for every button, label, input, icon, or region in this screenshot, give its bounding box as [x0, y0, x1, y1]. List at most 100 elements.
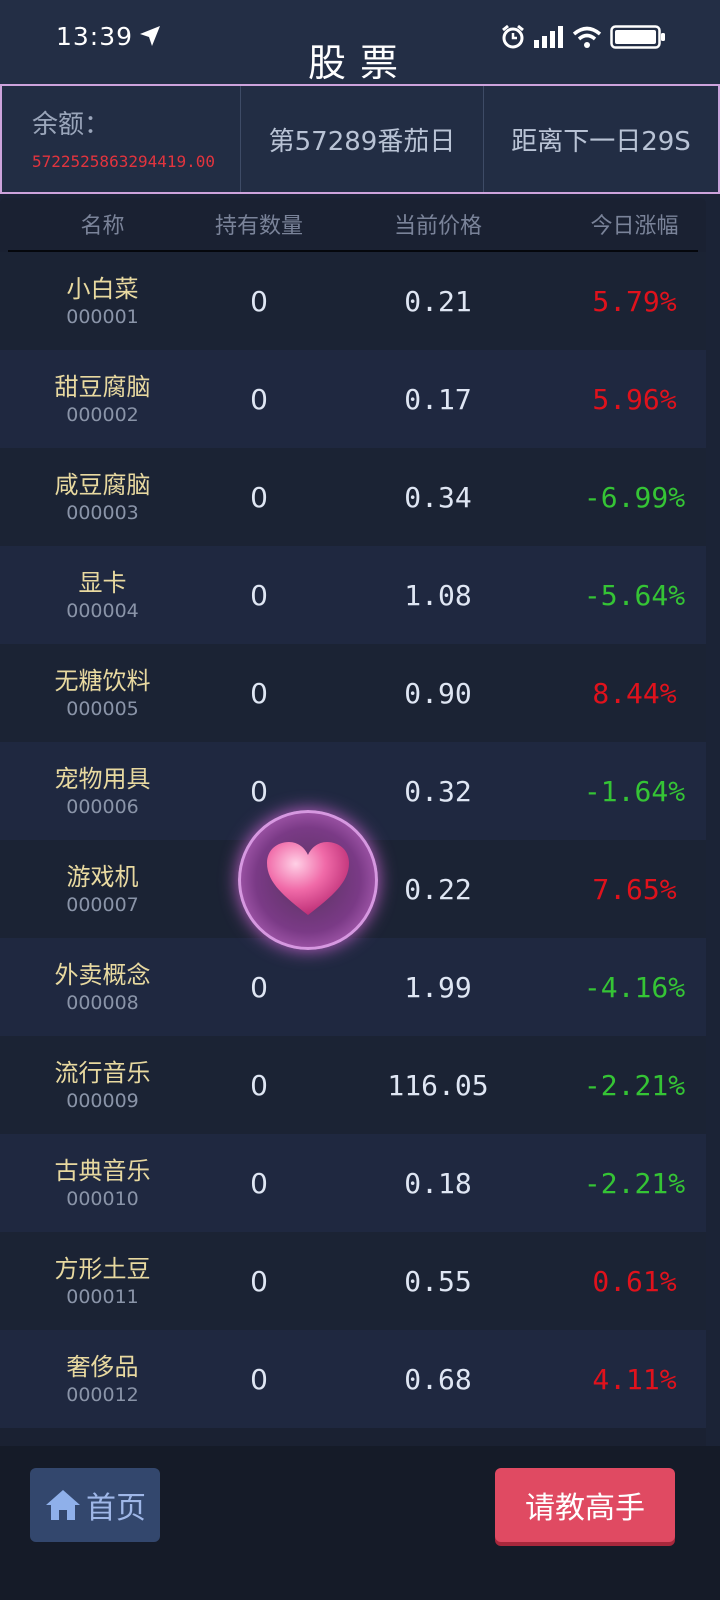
table-row[interactable]: 方形土豆 000011 0 0.55 0.61% — [0, 1232, 706, 1330]
stock-name-cell: 游戏机 000007 — [0, 861, 205, 917]
stock-change: -6.99% — [583, 480, 686, 514]
stock-change: -4.16% — [583, 970, 686, 1004]
stock-change: 0.61% — [592, 1264, 677, 1298]
stock-qty: 0 — [250, 284, 268, 318]
stock-name-cell: 显卡 000004 — [0, 567, 205, 623]
stock-name-cell: 外卖概念 000008 — [0, 959, 205, 1015]
status-bar: 13:39 股票 — [0, 0, 720, 85]
ask-expert-label: 请教高手 — [525, 1491, 645, 1526]
home-button[interactable]: 首页 — [30, 1468, 160, 1542]
stock-code: 000012 — [66, 1384, 139, 1406]
stock-name: 小白菜 — [66, 275, 139, 303]
stock-change: 7.65% — [592, 872, 677, 906]
stock-change: 5.79% — [592, 284, 677, 318]
battery-icon — [610, 25, 665, 49]
stock-qty: 0 — [250, 1068, 268, 1102]
header-name: 名称 — [80, 214, 125, 239]
stock-name: 咸豆腐脑 — [54, 471, 151, 499]
day-counter: 第57289番茄日 — [241, 86, 484, 192]
stock-code: 000005 — [66, 698, 139, 720]
stock-qty: 0 — [250, 774, 268, 808]
stock-price: 1.08 — [404, 578, 472, 612]
alarm-icon — [502, 24, 524, 49]
stock-qty: 0 — [250, 970, 268, 1004]
stock-price: 0.18 — [404, 1166, 472, 1200]
stock-code: 000007 — [66, 894, 139, 916]
stock-name: 古典音乐 — [54, 1157, 151, 1185]
stock-change: 5.96% — [592, 382, 677, 416]
signal-icon — [534, 26, 563, 48]
stock-code: 000008 — [66, 992, 139, 1014]
table-row[interactable]: 宠物用具 000006 0 0.32 -1.64% — [0, 742, 706, 840]
stock-code: 000009 — [66, 1090, 139, 1112]
stock-change: 8.44% — [592, 676, 677, 710]
stock-price: 0.68 — [404, 1362, 472, 1396]
table-row[interactable]: 显卡 000004 0 1.08 -5.64% — [0, 546, 706, 644]
stock-name-cell: 无糖饮料 000005 — [0, 665, 205, 721]
stock-price: 0.34 — [404, 480, 472, 514]
stock-change: -5.64% — [583, 578, 686, 612]
stock-code: 000003 — [66, 502, 139, 524]
stock-qty: 0 — [250, 1166, 268, 1200]
table-row[interactable]: 流行音乐 000009 0 116.05 -2.21% — [0, 1036, 706, 1134]
table-row[interactable]: 无糖饮料 000005 0 0.90 8.44% — [0, 644, 706, 742]
bottom-bar: 首页 请教高手 — [0, 1446, 720, 1600]
floating-heart-button[interactable] — [238, 810, 378, 950]
balance-value: 5722525863294419.00 — [32, 152, 216, 171]
stock-name: 外卖概念 — [54, 961, 151, 989]
stock-change: -2.21% — [583, 1068, 686, 1102]
wifi-icon — [572, 26, 602, 48]
stock-name-cell: 咸豆腐脑 000003 — [0, 469, 205, 525]
stock-name-cell: 奢侈品 000012 — [0, 1351, 205, 1407]
table-header: 名称 持有数量 当前价格 今日涨幅 — [0, 198, 706, 250]
stock-name-cell: 甜豆腐脑 000002 — [0, 371, 205, 427]
table-row[interactable]: 奢侈品 000012 0 0.68 4.11% — [0, 1330, 706, 1428]
stock-name-cell: 方形土豆 000011 — [0, 1253, 205, 1309]
home-button-label: 首页 — [86, 1491, 146, 1526]
stock-name: 甜豆腐脑 — [54, 373, 151, 401]
stock-price: 116.05 — [387, 1068, 489, 1102]
stock-code: 000002 — [66, 404, 139, 426]
balance-panel: 余额： 5722525863294419.00 — [2, 86, 241, 192]
stock-price: 0.21 — [404, 284, 472, 318]
table-row[interactable]: 甜豆腐脑 000002 0 0.17 5.96% — [0, 350, 706, 448]
stock-price: 0.17 — [404, 382, 472, 416]
stock-qty: 0 — [250, 382, 268, 416]
system-icons — [500, 22, 666, 52]
header-qty: 持有数量 — [214, 214, 303, 239]
table-row[interactable]: 古典音乐 000010 0 0.18 -2.21% — [0, 1134, 706, 1232]
stock-price: 1.99 — [404, 970, 472, 1004]
stock-name-cell: 古典音乐 000010 — [0, 1155, 205, 1211]
stock-price: 0.55 — [404, 1264, 472, 1298]
stock-name-cell: 流行音乐 000009 — [0, 1057, 205, 1113]
stock-code: 000006 — [66, 796, 139, 818]
table-row[interactable]: 外卖概念 000008 0 1.99 -4.16% — [0, 938, 706, 1036]
stock-name: 宠物用具 — [54, 765, 151, 793]
stock-name: 奢侈品 — [66, 1353, 139, 1381]
stock-name: 方形土豆 — [54, 1255, 151, 1283]
stock-code: 000010 — [66, 1188, 139, 1210]
countdown-timer: 距离下一日29S — [511, 126, 691, 157]
balance-label: 余额： — [32, 110, 111, 140]
table-row[interactable]: 咸豆腐脑 000003 0 0.34 -6.99% — [0, 448, 706, 546]
stock-code: 000011 — [66, 1286, 139, 1308]
ask-expert-button[interactable]: 请教高手 — [495, 1468, 675, 1542]
stock-code: 000001 — [66, 306, 139, 328]
stock-qty: 0 — [250, 1362, 268, 1396]
heart-icon — [267, 842, 349, 915]
stock-name-cell: 小白菜 000001 — [0, 273, 205, 329]
stock-price: 0.90 — [404, 676, 472, 710]
stock-change: 4.11% — [592, 1362, 677, 1396]
stock-name: 游戏机 — [66, 863, 139, 891]
stock-qty: 0 — [250, 578, 268, 612]
stock-qty: 0 — [250, 676, 268, 710]
table-row[interactable]: 小白菜 000001 0 0.21 5.79% — [0, 252, 706, 350]
stock-qty: 0 — [250, 1264, 268, 1298]
stock-price: 0.32 — [404, 774, 472, 808]
stock-name: 流行音乐 — [54, 1059, 151, 1087]
stock-code: 000004 — [66, 600, 139, 622]
info-bar: 余额： 5722525863294419.00 第57289番茄日 距离下一日2… — [0, 84, 720, 194]
stock-name: 显卡 — [78, 569, 127, 597]
stock-name: 无糖饮料 — [54, 667, 151, 695]
stock-change: -2.21% — [583, 1166, 686, 1200]
